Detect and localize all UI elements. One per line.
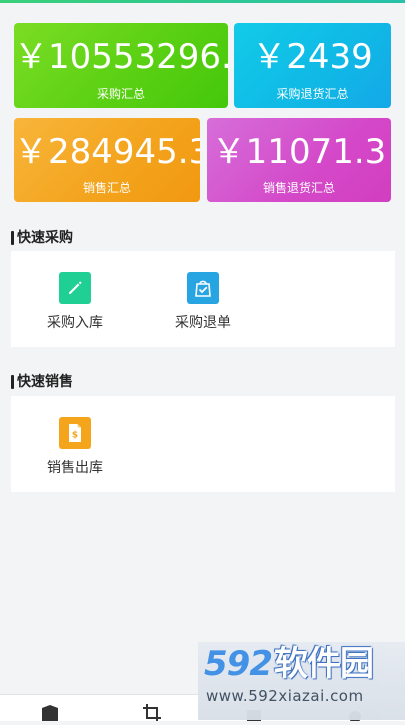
sales-return-total-amount: ￥11071.3 <box>211 132 387 172</box>
quick-purchase-title: 快速采购 <box>11 229 73 247</box>
edit-icon <box>59 272 91 304</box>
purchase-return-total-card[interactable]: ￥2439 采购退货汇总 <box>234 23 391 108</box>
quick-purchase-panel: 采购入库 采购退单 <box>11 251 395 347</box>
crop-icon[interactable] <box>141 704 163 721</box>
bag-check-icon <box>187 272 219 304</box>
purchase-total-amount: ￥10553296.6 <box>14 37 228 77</box>
watermark-brand: 软件园 <box>273 644 374 684</box>
purchase-total-card[interactable]: ￥10553296.6 采购汇总 <box>14 23 228 108</box>
quick-sales-title: 快速销售 <box>11 373 73 391</box>
sales-total-amount: ￥284945.3 <box>14 132 200 172</box>
sales-stock-out-button[interactable]: $ 销售出库 <box>25 417 125 477</box>
sales-stock-out-label: 销售出库 <box>47 460 103 476</box>
purchase-stock-in-button[interactable]: 采购入库 <box>25 272 125 332</box>
purchase-return-total-label: 采购退货汇总 <box>276 87 349 101</box>
purchase-stock-in-label: 采购入库 <box>47 315 103 331</box>
watermark-number: 592 <box>204 644 273 684</box>
dollar-document-icon: $ <box>59 417 91 449</box>
svg-text:$: $ <box>72 431 78 441</box>
sales-total-label: 销售汇总 <box>82 181 131 195</box>
watermark-url: www.592xiazai.com <box>206 687 364 705</box>
shield-icon[interactable] <box>39 704 61 721</box>
site-watermark: 592软件园 www.592xiazai.com <box>198 642 405 720</box>
top-accent-line <box>0 0 405 3</box>
purchase-total-label: 采购汇总 <box>96 87 145 101</box>
purchase-return-button[interactable]: 采购退单 <box>153 272 253 332</box>
quick-sales-panel: $ 销售出库 <box>11 396 395 492</box>
purchase-return-total-amount: ￥2439 <box>252 37 373 77</box>
sales-return-total-card[interactable]: ￥11071.3 销售退货汇总 <box>207 118 391 202</box>
sales-return-total-label: 销售退货汇总 <box>262 181 335 195</box>
purchase-return-label: 采购退单 <box>175 315 231 331</box>
sales-total-card[interactable]: ￥284945.3 销售汇总 <box>14 118 200 202</box>
watermark-logo: 592软件园 <box>204 642 374 686</box>
